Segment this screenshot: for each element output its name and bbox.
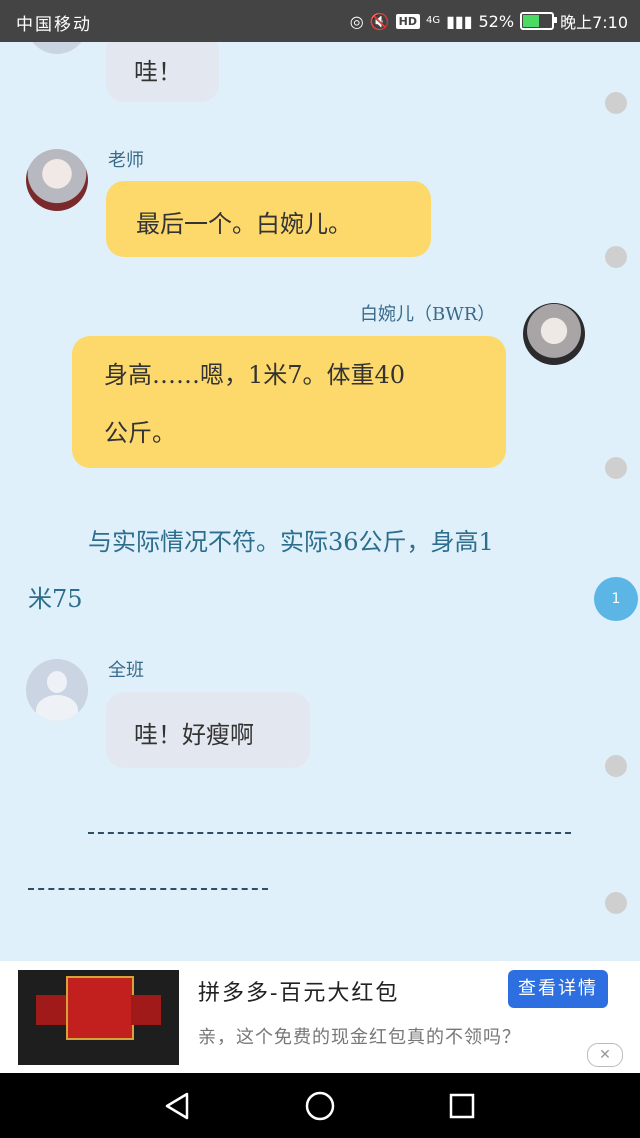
avatar[interactable] xyxy=(26,42,88,54)
unread-counter[interactable]: 1 xyxy=(594,577,638,621)
battery-icon xyxy=(520,12,558,30)
ad-title[interactable]: 拼多多-百元大红包 xyxy=(198,975,399,1007)
hotspot-icon: ◎ xyxy=(349,11,364,31)
message-status-dot xyxy=(605,755,627,777)
status-icons: ◎ 🔇 HD 4G ▮▮▮ 52% 晚上7:10 xyxy=(350,9,628,33)
network-label: 4G xyxy=(425,15,441,26)
back-triangle-icon[interactable] xyxy=(160,1089,194,1123)
message-status-dot xyxy=(605,92,627,114)
clock: 晚上7:10 xyxy=(560,13,628,32)
avatar-class[interactable] xyxy=(26,659,88,721)
status-bar: 中国移动 ◎ 🔇 HD 4G ▮▮▮ 52% 晚上7:10 xyxy=(0,0,640,42)
message-bubble[interactable]: 哇！ xyxy=(106,42,219,102)
message-text-line: 身高……嗯，1米7。体重40 xyxy=(104,361,406,389)
sender-name: 老师 xyxy=(108,150,144,171)
avatar-teacher[interactable] xyxy=(26,149,88,211)
separator-line xyxy=(28,888,268,890)
separator-line xyxy=(88,832,571,834)
sender-name: 全班 xyxy=(108,660,144,681)
message-bubble[interactable]: 哇！好瘦啊 xyxy=(106,692,310,768)
recents-square-icon[interactable] xyxy=(445,1089,479,1123)
view-details-button[interactable]: 查看详情 xyxy=(508,970,608,1008)
narration-text: 米75 xyxy=(28,585,83,613)
message-status-dot xyxy=(605,457,627,479)
battery-percent: 52% xyxy=(478,11,515,31)
narration-text: 与实际情况不符。实际36公斤，身高1 xyxy=(88,528,494,556)
message-bubble[interactable]: 身高……嗯，1米7。体重40 公斤。 xyxy=(72,336,506,468)
ad-description: 亲，这个免费的现金红包真的不领吗？ xyxy=(198,1027,521,1048)
avatar-bai-waner[interactable] xyxy=(523,303,585,365)
hd-badge: HD xyxy=(395,13,420,29)
carrier-label: 中国移动 xyxy=(16,15,92,35)
mute-icon: 🔇 xyxy=(369,11,390,31)
message-bubble[interactable]: 最后一个。白婉儿。 xyxy=(106,181,431,257)
message-status-dot xyxy=(605,246,627,268)
navigation-bar xyxy=(0,1073,640,1138)
signal-icon: ▮▮▮ xyxy=(446,11,473,31)
home-circle-icon[interactable] xyxy=(303,1089,337,1123)
ad-banner[interactable]: 拼多多-百元大红包 亲，这个免费的现金红包真的不领吗？ 查看详情 ✕ xyxy=(0,961,640,1073)
close-ad-button[interactable]: ✕ xyxy=(587,1043,623,1067)
message-text-line: 公斤。 xyxy=(104,419,176,447)
ad-thumbnail[interactable] xyxy=(18,970,179,1065)
sender-name: 白婉儿（BWR） xyxy=(360,304,496,325)
chat-area[interactable]: 哇！ 老师 最后一个。白婉儿。 白婉儿（BWR） 身高……嗯，1米7。体重40 … xyxy=(0,42,640,961)
message-status-dot xyxy=(605,892,627,914)
